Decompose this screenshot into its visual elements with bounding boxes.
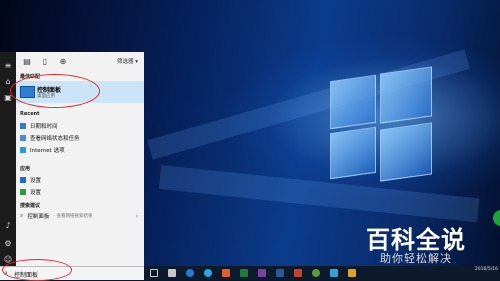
annotation-circle-best-match — [10, 74, 100, 108]
internet-options-icon — [20, 147, 26, 153]
suggestion-query: 控制面板 — [27, 214, 50, 220]
office-icon[interactable] — [222, 269, 230, 277]
app-item[interactable]: 设置 — [20, 175, 41, 185]
filter-dropdown[interactable]: 筛选器 ▾ — [117, 57, 138, 65]
docs-icon[interactable]: ▯ — [40, 57, 50, 66]
edge-icon[interactable] — [186, 269, 194, 277]
task-view-icon[interactable] — [150, 269, 158, 277]
suggestion-hint: - 查看网络搜索结果 — [53, 214, 93, 219]
app-icon[interactable] — [312, 269, 320, 277]
onenote-icon[interactable] — [258, 269, 266, 277]
recent-item-label: 日期和时间 — [30, 124, 58, 130]
recent-item-label: Internet 选项 — [30, 148, 65, 154]
search-icon: ⌕ — [20, 212, 24, 219]
word-icon[interactable] — [276, 269, 284, 277]
user-icon[interactable]: ♪ — [0, 218, 16, 232]
app-item[interactable]: 设置 — [20, 187, 41, 197]
logo-pane — [380, 66, 432, 124]
settings-gear-icon — [20, 189, 26, 195]
logo-pane — [330, 126, 376, 180]
web-icon[interactable]: ⊕ — [58, 57, 68, 66]
excel-icon[interactable] — [240, 269, 248, 277]
all-icon[interactable]: ▤ — [22, 57, 32, 66]
settings-app-icon — [20, 177, 26, 183]
app-item-label: 设置 — [30, 178, 42, 184]
logo-pane — [380, 122, 432, 182]
recent-item[interactable]: 查看网络状态和任务 — [20, 133, 80, 143]
watermark: 百科全说 助你轻松解决 — [366, 220, 496, 268]
app-item-label: 设置 — [30, 190, 42, 196]
watermark-subtitle: 助你轻松解决 — [380, 252, 452, 265]
network-icon — [20, 135, 26, 141]
store-icon[interactable] — [168, 269, 176, 277]
chevron-right-icon[interactable]: › — [136, 213, 138, 220]
powerpoint-icon[interactable] — [294, 269, 302, 277]
web-suggestion[interactable]: ⌕ 控制面板 - 查看网络搜索结果 — [20, 211, 92, 221]
ie-icon[interactable] — [204, 269, 212, 277]
taskbar: 2016/5/16 — [144, 266, 500, 280]
search-suggestions-heading: 搜索建议 — [20, 203, 41, 209]
recent-item-label: 查看网络状态和任务 — [30, 136, 80, 142]
menu-icon[interactable]: ≡ — [0, 58, 16, 72]
recent-item[interactable]: Internet 选项 — [20, 145, 65, 155]
logo-pane — [330, 74, 376, 130]
app-icon[interactable] — [348, 269, 356, 277]
recent-item[interactable]: 日期和时间 — [20, 121, 58, 131]
app-icon[interactable] — [330, 269, 338, 277]
recent-heading: Recent — [20, 111, 40, 117]
windows-logo — [330, 66, 432, 182]
apps-heading: 应用 — [20, 166, 31, 172]
clock-icon — [20, 123, 26, 129]
settings-icon[interactable]: ⚙ — [0, 236, 16, 250]
annotation-circle-search — [2, 259, 72, 281]
